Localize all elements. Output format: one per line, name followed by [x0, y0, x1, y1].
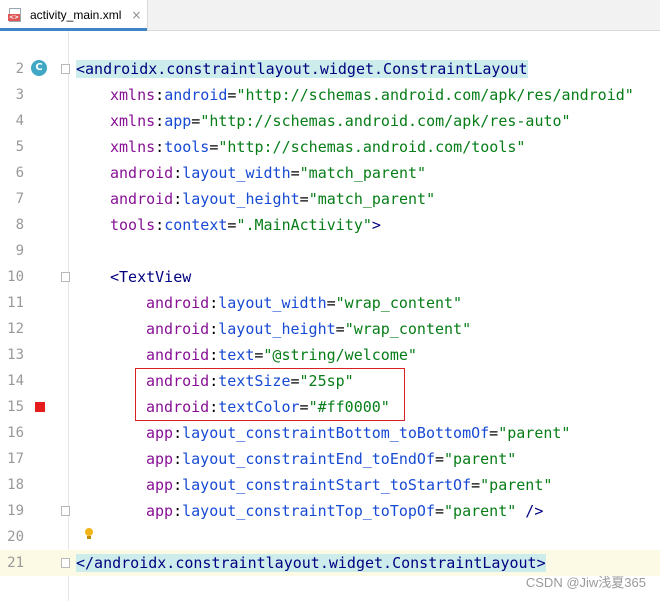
class-c-icon[interactable]: C: [31, 60, 47, 76]
code-text: <androidx.constraintlayout.widget.Constr…: [76, 60, 528, 78]
line-number: 19: [7, 503, 24, 519]
code-line: 3 xmlns:android="http://schemas.android.…: [0, 82, 660, 108]
line-number: 3: [15, 87, 24, 103]
line-number: 16: [7, 425, 24, 441]
code-line: 13 android:text="@string/welcome": [0, 342, 660, 368]
color-swatch-icon[interactable]: [35, 402, 45, 412]
line-number: 7: [15, 191, 24, 207]
line-number: 14: [7, 373, 24, 389]
fold-icon[interactable]: [61, 64, 70, 74]
code-line: 17 app:layout_constraintEnd_toEndOf="par…: [0, 446, 660, 472]
code-line: 2 C <androidx.constraintlayout.widget.Co…: [0, 56, 660, 82]
code-line: 9: [0, 238, 660, 264]
line-number: 5: [15, 139, 24, 155]
code-line: 15 android:textColor="#ff0000": [0, 394, 660, 420]
line-number: 8: [15, 217, 24, 233]
code-line: 4 xmlns:app="http://schemas.android.com/…: [0, 108, 660, 134]
lightbulb-icon[interactable]: [84, 528, 94, 540]
code-line: 11 android:layout_width="wrap_content": [0, 290, 660, 316]
line-number: 2: [15, 61, 24, 77]
code-line: 18 app:layout_constraintStart_toStartOf=…: [0, 472, 660, 498]
line-number: 4: [15, 113, 24, 129]
line-number: 20: [7, 529, 24, 545]
line-number: 10: [7, 269, 24, 285]
line-number: 15: [7, 399, 24, 415]
line-number: 6: [15, 165, 24, 181]
code-text: </androidx.constraintlayout.widget.Const…: [76, 554, 546, 572]
code-line: 14 android:textSize="25sp": [0, 368, 660, 394]
fold-icon[interactable]: [61, 558, 70, 568]
watermark: CSDN @Jiw浅夏365: [525, 575, 646, 590]
line-number: 21: [7, 555, 24, 571]
line-number: 12: [7, 321, 24, 337]
code-line: 5 xmlns:tools="http://schemas.android.co…: [0, 134, 660, 160]
code-line: 7 android:layout_height="match_parent": [0, 186, 660, 212]
editor-tab-bar: <> activity_main.xml ×: [0, 0, 660, 31]
xml-file-icon: <>: [8, 8, 24, 22]
code-line: 6 android:layout_width="match_parent": [0, 160, 660, 186]
code-line: 12 android:layout_height="wrap_content": [0, 316, 660, 342]
line-number: 9: [15, 243, 24, 259]
fold-icon[interactable]: [61, 272, 70, 282]
code-line: 19 app:layout_constraintTop_toTopOf="par…: [0, 498, 660, 524]
code-line: 10 <TextView: [0, 264, 660, 290]
code-editor[interactable]: 2 C <androidx.constraintlayout.widget.Co…: [0, 31, 660, 601]
code-line: 20: [0, 524, 660, 550]
line-number: 17: [7, 451, 24, 467]
line-number: 18: [7, 477, 24, 493]
line-number: 13: [7, 347, 24, 363]
code-text: <TextView: [110, 268, 192, 286]
code-line: 16 app:layout_constraintBottom_toBottomO…: [0, 420, 660, 446]
tab-title: activity_main.xml: [30, 8, 122, 22]
close-icon[interactable]: ×: [131, 8, 141, 22]
tab-activity-main[interactable]: <> activity_main.xml ×: [0, 0, 148, 31]
fold-icon[interactable]: [61, 506, 70, 516]
line-number: 11: [7, 295, 24, 311]
code-line: 8 tools:context=".MainActivity">: [0, 212, 660, 238]
